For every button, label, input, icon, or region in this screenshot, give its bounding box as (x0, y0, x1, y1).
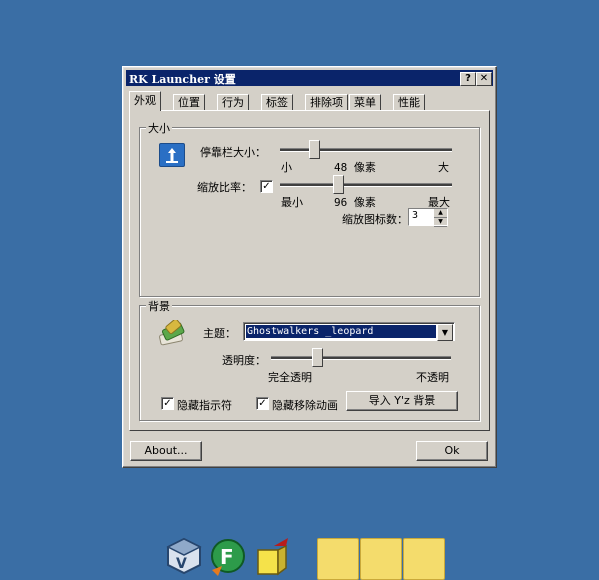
svg-text:F: F (220, 545, 234, 569)
app-f-icon[interactable]: F (208, 536, 248, 576)
package-icon[interactable] (252, 536, 292, 576)
size-group-title: 大小 (146, 120, 172, 136)
folder-icon[interactable] (403, 538, 445, 580)
hide-indicator-checkbox[interactable]: ✓ (161, 397, 174, 410)
background-group-title: 背景 (146, 298, 172, 314)
ok-button[interactable]: Ok (416, 441, 488, 461)
zoom-min-label: 最小 (281, 196, 303, 209)
dock-size-slider[interactable] (308, 140, 320, 159)
theme-selected-value: Ghostwalkers _leopard (246, 325, 436, 338)
folder-icon[interactable] (317, 538, 359, 580)
zoom-track[interactable] (280, 183, 452, 187)
zoom-value: 96 像素 (334, 196, 376, 209)
hide-animation-checkbox[interactable]: ✓ (256, 397, 269, 410)
zoom-icons-spinner[interactable]: 3 ▲ ▼ (408, 208, 448, 227)
theme-label: 主题： (203, 327, 236, 340)
zoom-icons-value: 3 (412, 210, 419, 221)
zoom-checkbox[interactable]: ✓ (260, 180, 273, 193)
spinner-arrows[interactable]: ▲ ▼ (434, 209, 447, 227)
spin-down-icon[interactable]: ▼ (434, 218, 447, 227)
opacity-max-label: 不透明 (416, 371, 449, 384)
folder-icon[interactable] (360, 538, 402, 580)
window-title: RK Launcher 设置 (129, 73, 236, 86)
title-bar[interactable]: RK Launcher 设置 ? ✕ (126, 70, 493, 86)
hide-indicator-label: 隐藏指示符 (177, 399, 232, 412)
zoom-slider[interactable] (333, 175, 345, 194)
tab-bar: 外观 位置 行为 标签 排除项 菜单 性能 (129, 91, 489, 111)
opacity-label: 透明度： (222, 354, 266, 367)
virtualbox-icon[interactable]: V (164, 536, 204, 576)
appearance-panel: 大小 停靠栏大小： 小 48 像素 大 缩放比率： ✓ 最小 96 像素 最大 … (129, 110, 490, 431)
tab-behavior[interactable]: 行为 (217, 94, 249, 110)
tab-exclusions[interactable]: 排除项 (305, 94, 348, 110)
dock-size-label: 停靠栏大小： (200, 146, 266, 159)
import-background-button[interactable]: 导入 Y'z 背景 (346, 391, 458, 411)
close-button[interactable]: ✕ (476, 72, 492, 86)
settings-window: RK Launcher 设置 ? ✕ 外观 位置 行为 标签 排除项 菜单 性能… (122, 66, 497, 468)
dock-size-icon (159, 143, 185, 167)
about-button[interactable]: About... (130, 441, 202, 461)
opacity-min-label: 完全透明 (268, 371, 312, 384)
dock-size-track[interactable] (280, 148, 452, 152)
dock-size-min-label: 小 (281, 161, 292, 174)
hide-animation-label: 隐藏移除动画 (272, 399, 338, 412)
spin-up-icon[interactable]: ▲ (434, 209, 447, 218)
dock-size-max-label: 大 (438, 161, 449, 174)
tab-labels[interactable]: 标签 (261, 94, 293, 110)
palette-icon (158, 318, 188, 346)
tab-menu[interactable]: 菜单 (349, 94, 381, 110)
tab-performance[interactable]: 性能 (393, 94, 425, 110)
opacity-slider[interactable] (311, 348, 323, 367)
chevron-down-icon[interactable]: ▼ (437, 324, 453, 341)
theme-select[interactable]: Ghostwalkers _leopard ▼ (243, 322, 455, 341)
dock-size-value: 48 像素 (334, 161, 376, 174)
zoom-label: 缩放比率： (197, 181, 252, 194)
help-button[interactable]: ? (460, 72, 476, 86)
size-group: 大小 停靠栏大小： 小 48 像素 大 缩放比率： ✓ 最小 96 像素 最大 … (139, 120, 480, 297)
tab-position[interactable]: 位置 (173, 94, 205, 110)
svg-text:V: V (176, 556, 187, 572)
background-group: 背景 主题： Ghostwalkers _leopard ▼ 透明度： 完全透明… (139, 298, 480, 421)
opacity-track[interactable] (271, 356, 451, 360)
zoom-icons-label: 缩放图标数： (342, 213, 408, 226)
tab-appearance[interactable]: 外观 (129, 91, 161, 111)
